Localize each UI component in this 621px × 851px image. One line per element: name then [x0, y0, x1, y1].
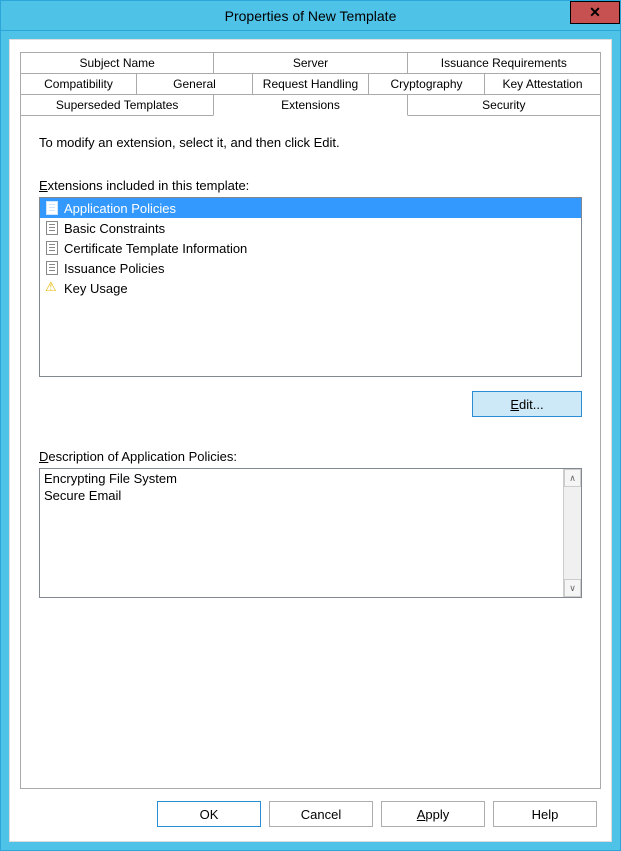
document-icon	[44, 240, 60, 256]
tab-issuance-requirements[interactable]: Issuance Requirements	[407, 52, 601, 74]
tab-panel-extensions: To modify an extension, select it, and t…	[20, 115, 601, 789]
list-item[interactable]: Certificate Template Information	[40, 238, 581, 258]
warning-icon	[44, 280, 60, 296]
window-frame: Subject Name Server Issuance Requirement…	[1, 31, 620, 850]
tab-extensions[interactable]: Extensions	[213, 94, 407, 116]
description-line: Encrypting File System	[44, 471, 559, 488]
list-item[interactable]: Issuance Policies	[40, 258, 581, 278]
spacer	[39, 598, 582, 774]
tab-security[interactable]: Security	[407, 94, 601, 116]
ok-button[interactable]: OK	[157, 801, 261, 827]
close-button[interactable]: ✕	[570, 1, 620, 24]
tab-row-1: Subject Name Server Issuance Requirement…	[20, 52, 601, 74]
help-button[interactable]: Help	[493, 801, 597, 827]
document-icon	[44, 260, 60, 276]
document-icon	[44, 200, 60, 216]
document-icon	[44, 220, 60, 236]
apply-button[interactable]: Apply	[381, 801, 485, 827]
list-item-label: Issuance Policies	[64, 261, 164, 276]
list-item-label: Application Policies	[64, 201, 176, 216]
extensions-listbox[interactable]: Application Policies Basic Constraints Cer…	[39, 197, 582, 377]
tab-row-3: Superseded Templates Extensions Security	[20, 95, 601, 116]
tab-superseded-templates[interactable]: Superseded Templates	[20, 94, 214, 116]
description-line: Secure Email	[44, 488, 559, 505]
dialog-window: Properties of New Template ✕ Subject Nam…	[0, 0, 621, 851]
tab-row-2: Compatibility General Request Handling C…	[20, 74, 601, 95]
instruction-text: To modify an extension, select it, and t…	[39, 135, 582, 150]
tab-subject-name[interactable]: Subject Name	[20, 52, 214, 74]
description-label: Description of Application Policies:	[39, 449, 582, 464]
description-box: Encrypting File SystemSecure Email ∧ ∨	[39, 468, 582, 598]
cancel-button[interactable]: Cancel	[269, 801, 373, 827]
list-item-label: Key Usage	[64, 281, 128, 296]
list-item[interactable]: Application Policies	[40, 198, 581, 218]
list-item[interactable]: Key Usage	[40, 278, 581, 298]
edit-button[interactable]: Edit...	[472, 391, 582, 417]
scroll-track[interactable]	[564, 487, 581, 579]
scroll-down-button[interactable]: ∨	[564, 579, 581, 597]
tab-cryptography[interactable]: Cryptography	[368, 73, 485, 95]
tab-server[interactable]: Server	[213, 52, 407, 74]
description-text: Encrypting File SystemSecure Email	[40, 469, 563, 597]
tab-key-attestation[interactable]: Key Attestation	[484, 73, 601, 95]
description-scrollbar[interactable]: ∧ ∨	[563, 469, 581, 597]
extensions-list-label: Extensions included in this template:	[39, 178, 582, 193]
list-item-label: Basic Constraints	[64, 221, 165, 236]
edit-button-row: Edit...	[39, 391, 582, 417]
dialog-button-bar: OK Cancel Apply Help	[20, 789, 601, 831]
window-title: Properties of New Template	[225, 8, 397, 24]
list-item-label: Certificate Template Information	[64, 241, 247, 256]
titlebar: Properties of New Template ✕	[1, 1, 620, 31]
tab-control: Subject Name Server Issuance Requirement…	[20, 52, 601, 116]
list-item[interactable]: Basic Constraints	[40, 218, 581, 238]
scroll-up-button[interactable]: ∧	[564, 469, 581, 487]
tab-compatibility[interactable]: Compatibility	[20, 73, 137, 95]
tab-request-handling[interactable]: Request Handling	[252, 73, 369, 95]
close-icon: ✕	[589, 4, 601, 21]
tab-general[interactable]: General	[136, 73, 253, 95]
dialog-body: Subject Name Server Issuance Requirement…	[9, 39, 612, 842]
